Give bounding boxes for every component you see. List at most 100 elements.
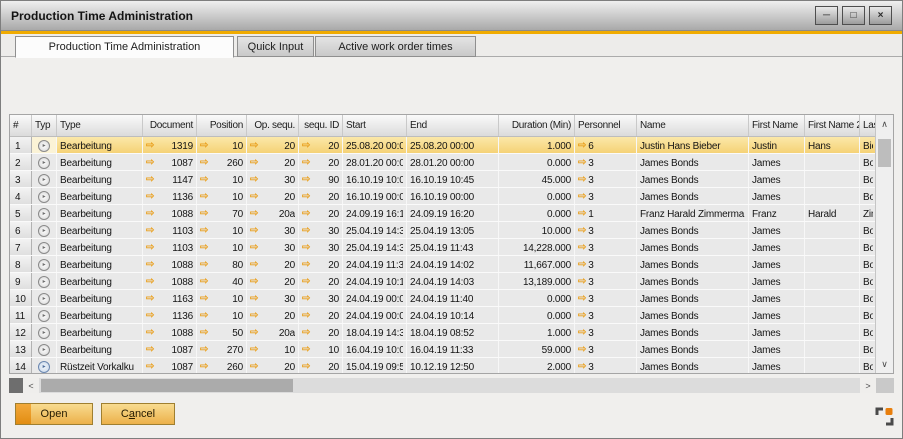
column-header-sequ-id[interactable]: sequ. ID	[299, 115, 343, 136]
link-arrow-icon[interactable]: ⇨	[250, 192, 258, 202]
link-arrow-icon[interactable]: ⇨	[578, 141, 586, 151]
link-arrow-icon[interactable]: ⇨	[200, 141, 208, 151]
column-header-name[interactable]: Name	[637, 115, 749, 136]
tab-production-time-administration[interactable]: Production Time Administration	[15, 36, 234, 58]
link-arrow-icon[interactable]: ⇨	[302, 226, 310, 236]
link-arrow-icon[interactable]: ⇨	[302, 260, 310, 270]
link-arrow-icon[interactable]: ⇨	[578, 192, 586, 202]
table-row[interactable]: 11▸Bearbeitung⇨1136⇨10⇨20⇨2024.04.19 00:…	[10, 307, 877, 324]
link-arrow-icon[interactable]: ⇨	[250, 141, 258, 151]
link-arrow-icon[interactable]: ⇨	[200, 294, 208, 304]
column-header-document[interactable]: Document	[143, 115, 197, 136]
column-header-num[interactable]: #	[10, 115, 32, 136]
link-arrow-icon[interactable]: ⇨	[250, 328, 258, 338]
column-header-type[interactable]: Type	[57, 115, 143, 136]
link-arrow-icon[interactable]: ⇨	[250, 345, 258, 355]
link-arrow-icon[interactable]: ⇨	[200, 328, 208, 338]
link-arrow-icon[interactable]: ⇨	[578, 362, 586, 372]
column-header-first-name-2[interactable]: First Name 2	[805, 115, 860, 136]
link-arrow-icon[interactable]: ⇨	[578, 277, 586, 287]
link-arrow-icon[interactable]: ⇨	[250, 311, 258, 321]
link-arrow-icon[interactable]: ⇨	[578, 158, 586, 168]
close-button[interactable]: ×	[869, 6, 892, 25]
link-arrow-icon[interactable]: ⇨	[146, 294, 154, 304]
link-arrow-icon[interactable]: ⇨	[302, 141, 310, 151]
link-arrow-icon[interactable]: ⇨	[146, 243, 154, 253]
link-arrow-icon[interactable]: ⇨	[146, 141, 154, 151]
scroll-up-icon[interactable]: ∧	[876, 115, 893, 133]
link-arrow-icon[interactable]: ⇨	[146, 209, 154, 219]
link-arrow-icon[interactable]: ⇨	[250, 243, 258, 253]
column-header-first-name[interactable]: First Name	[749, 115, 805, 136]
maximize-button[interactable]: □	[842, 6, 865, 25]
link-arrow-icon[interactable]: ⇨	[146, 345, 154, 355]
link-arrow-icon[interactable]: ⇨	[578, 294, 586, 304]
link-arrow-icon[interactable]: ⇨	[200, 226, 208, 236]
table-row[interactable]: 6▸Bearbeitung⇨1103⇨10⇨30⇨3025.04.19 14:3…	[10, 222, 877, 239]
link-arrow-icon[interactable]: ⇨	[200, 192, 208, 202]
link-arrow-icon[interactable]: ⇨	[200, 362, 208, 372]
link-arrow-icon[interactable]: ⇨	[200, 345, 208, 355]
scroll-right-icon[interactable]: >	[860, 378, 876, 393]
tab-quick-input[interactable]: Quick Input	[237, 36, 314, 57]
link-arrow-icon[interactable]: ⇨	[200, 243, 208, 253]
link-arrow-icon[interactable]: ⇨	[200, 158, 208, 168]
table-row[interactable]: 7▸Bearbeitung⇨1103⇨10⇨30⇨3025.04.19 14:3…	[10, 239, 877, 256]
link-arrow-icon[interactable]: ⇨	[302, 209, 310, 219]
title-bar[interactable]: Production Time Administration ─ □ ×	[1, 1, 902, 31]
link-arrow-icon[interactable]: ⇨	[302, 277, 310, 287]
link-arrow-icon[interactable]: ⇨	[250, 226, 258, 236]
table-row[interactable]: 3▸Bearbeitung⇨1147⇨10⇨30⇨9016.10.19 10:0…	[10, 171, 877, 188]
link-arrow-icon[interactable]: ⇨	[146, 362, 154, 372]
column-header-op-sequ[interactable]: Op. sequ.	[247, 115, 299, 136]
link-arrow-icon[interactable]: ⇨	[578, 175, 586, 185]
link-arrow-icon[interactable]: ⇨	[146, 277, 154, 287]
link-arrow-icon[interactable]: ⇨	[302, 158, 310, 168]
link-arrow-icon[interactable]: ⇨	[146, 311, 154, 321]
table-row[interactable]: 9▸Bearbeitung⇨1088⇨40⇨20⇨2024.04.19 10:1…	[10, 273, 877, 290]
link-arrow-icon[interactable]: ⇨	[302, 345, 310, 355]
cancel-button[interactable]: Cancel	[101, 403, 175, 425]
link-arrow-icon[interactable]: ⇨	[578, 311, 586, 321]
link-arrow-icon[interactable]: ⇨	[302, 294, 310, 304]
horizontal-scroll-track[interactable]	[39, 378, 860, 393]
table-row[interactable]: 2▸Bearbeitung⇨1087⇨260⇨20⇨2028.01.20 00:…	[10, 154, 877, 171]
vertical-scrollbar[interactable]: ∧ ∨	[875, 115, 893, 373]
link-arrow-icon[interactable]: ⇨	[146, 175, 154, 185]
link-arrow-icon[interactable]: ⇨	[146, 158, 154, 168]
link-arrow-icon[interactable]: ⇨	[302, 243, 310, 253]
column-header-end[interactable]: End	[407, 115, 499, 136]
tab-active-work-order-times[interactable]: Active work order times	[315, 36, 476, 57]
link-arrow-icon[interactable]: ⇨	[200, 209, 208, 219]
open-button[interactable]: Open	[15, 403, 93, 425]
link-arrow-icon[interactable]: ⇨	[578, 243, 586, 253]
minimize-button[interactable]: ─	[815, 6, 838, 25]
link-arrow-icon[interactable]: ⇨	[146, 192, 154, 202]
scroll-down-icon[interactable]: ∨	[876, 355, 893, 373]
link-arrow-icon[interactable]: ⇨	[250, 294, 258, 304]
column-header-personnel[interactable]: Personnel	[575, 115, 637, 136]
column-header-position[interactable]: Position	[197, 115, 247, 136]
link-arrow-icon[interactable]: ⇨	[146, 226, 154, 236]
link-arrow-icon[interactable]: ⇨	[200, 260, 208, 270]
link-arrow-icon[interactable]: ⇨	[302, 362, 310, 372]
table-row[interactable]: 8▸Bearbeitung⇨1088⇨80⇨20⇨2024.04.19 11:3…	[10, 256, 877, 273]
link-arrow-icon[interactable]: ⇨	[302, 328, 310, 338]
link-arrow-icon[interactable]: ⇨	[302, 175, 310, 185]
link-arrow-icon[interactable]: ⇨	[250, 362, 258, 372]
link-arrow-icon[interactable]: ⇨	[578, 328, 586, 338]
link-arrow-icon[interactable]: ⇨	[146, 260, 154, 270]
table-row[interactable]: 4▸Bearbeitung⇨1136⇨10⇨20⇨2016.10.19 00:0…	[10, 188, 877, 205]
table-row[interactable]: 14▸Rüstzeit Vorkalku⇨1087⇨260⇨20⇨2015.04…	[10, 358, 877, 374]
link-arrow-icon[interactable]: ⇨	[250, 260, 258, 270]
link-arrow-icon[interactable]: ⇨	[250, 158, 258, 168]
table-row[interactable]: 12▸Bearbeitung⇨1088⇨50⇨20a⇨2018.04.19 14…	[10, 324, 877, 341]
link-arrow-icon[interactable]: ⇨	[250, 209, 258, 219]
resize-grip-icon[interactable]	[875, 407, 894, 426]
link-arrow-icon[interactable]: ⇨	[200, 277, 208, 287]
vertical-scroll-thumb[interactable]	[878, 139, 891, 167]
column-header-typ[interactable]: Typ	[32, 115, 57, 136]
table-row[interactable]: 1▸Bearbeitung⇨1319⇨10⇨20⇨2025.08.20 00:0…	[10, 137, 877, 154]
link-arrow-icon[interactable]: ⇨	[146, 328, 154, 338]
column-header-duration[interactable]: Duration (Min)	[499, 115, 575, 136]
